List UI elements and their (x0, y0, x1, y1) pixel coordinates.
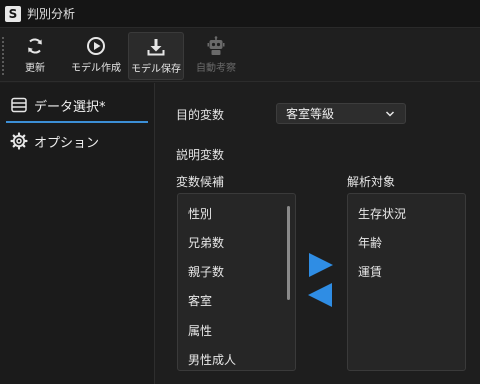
add-arrow-button[interactable] (307, 252, 334, 278)
analysis-targets-label: 解析対象 (347, 175, 396, 189)
list-item[interactable]: 親子数 (188, 263, 224, 280)
target-variable-value: 客室等級 (286, 107, 335, 121)
remove-arrow-button[interactable] (307, 282, 334, 308)
save-model-button[interactable]: モデル保存 (128, 32, 184, 80)
create-model-button[interactable]: モデル作成 (66, 32, 126, 80)
chevron-down-icon (385, 111, 395, 117)
gear-icon (10, 132, 28, 150)
auto-consider-button[interactable]: 自動考察 (190, 32, 242, 80)
title-bar: S 判別分析 (0, 0, 480, 28)
list-item[interactable]: 年齢 (358, 234, 382, 251)
candidates-list[interactable]: 性別 兄弟数 親子数 客室 属性 男性成人 (177, 193, 296, 371)
sidebar-item-label: データ選択* (34, 99, 106, 115)
list-item[interactable]: 客室 (188, 292, 212, 309)
update-button[interactable]: 更新 (12, 32, 58, 80)
robot-icon (207, 36, 225, 55)
download-icon (147, 39, 165, 56)
sidebar-item-options[interactable]: オプション (6, 124, 148, 158)
explanatory-variables-label: 説明変数 (176, 148, 225, 162)
toolbar-grip[interactable] (2, 37, 4, 75)
window-title: 判別分析 (27, 7, 76, 21)
create-model-label: モデル作成 (71, 63, 121, 74)
play-circle-icon (87, 37, 105, 55)
refresh-icon (28, 38, 42, 54)
table-icon (10, 96, 28, 114)
sidebar: データ選択* オプション (0, 83, 155, 384)
candidates-label: 変数候補 (176, 175, 225, 189)
sidebar-item-label: オプション (34, 135, 100, 151)
update-label: 更新 (25, 63, 45, 74)
app-logo-icon: S (5, 5, 21, 22)
analysis-targets-list[interactable]: 生存状況 年齢 運賃 (347, 193, 466, 371)
list-item[interactable]: 属性 (188, 322, 212, 339)
save-model-label: モデル保存 (131, 64, 181, 75)
sidebar-item-data-selection[interactable]: データ選択* (6, 89, 148, 123)
list-item[interactable]: 兄弟数 (188, 234, 224, 251)
toolbar: 更新 モデル作成 モデル保存 自動考察 (0, 29, 480, 82)
list-item[interactable]: 性別 (188, 205, 212, 222)
list-item[interactable]: 生存状況 (358, 205, 406, 222)
list-item[interactable]: 運賃 (358, 263, 382, 280)
list-item[interactable]: 男性成人 (188, 351, 236, 368)
target-variable-label: 目的変数 (176, 108, 225, 122)
auto-consider-label: 自動考察 (196, 63, 236, 74)
target-variable-select[interactable]: 客室等級 (276, 103, 406, 124)
candidates-scrollbar[interactable] (287, 206, 290, 300)
